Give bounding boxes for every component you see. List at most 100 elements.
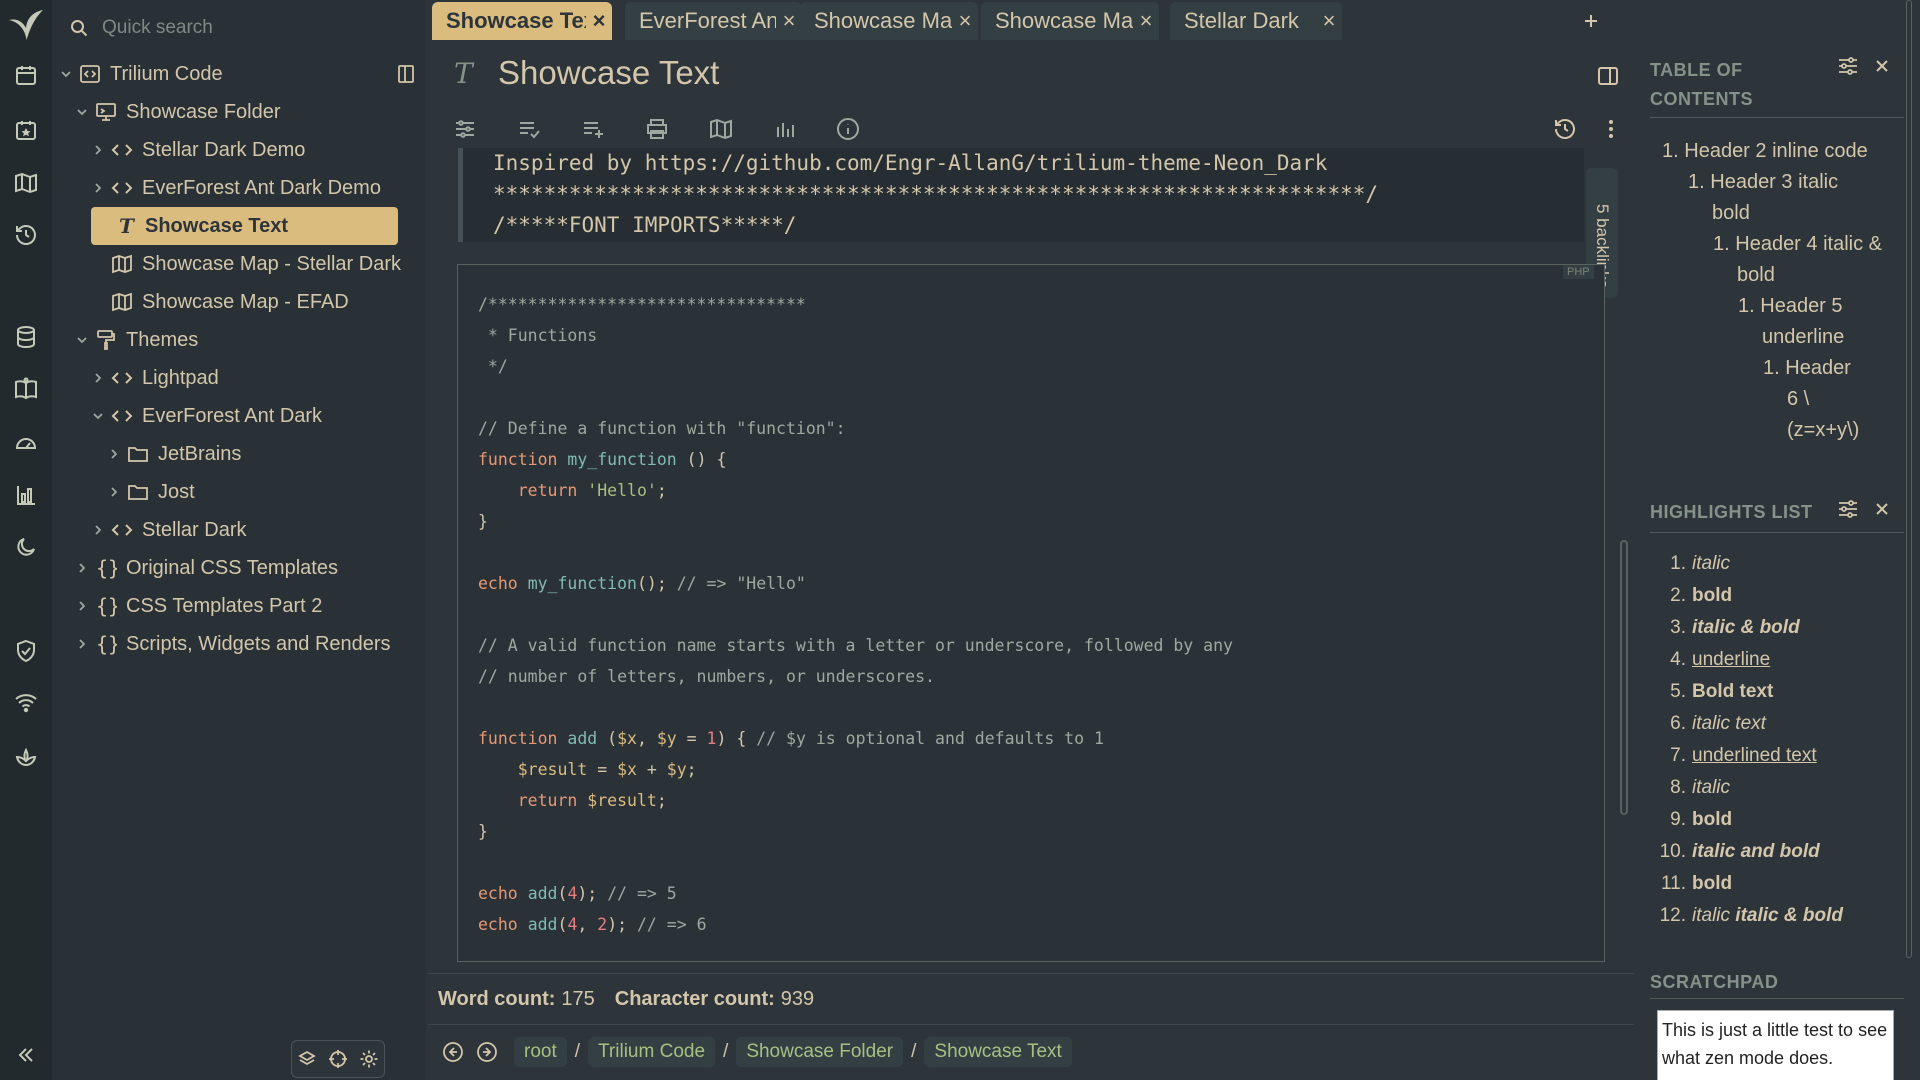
tree-item[interactable]: {} Original CSS Templates	[72, 549, 338, 587]
toc-item[interactable]: 1. Header 5 underline	[1738, 291, 1868, 353]
chevron-down-icon[interactable]	[56, 67, 76, 81]
database-icon[interactable]	[11, 322, 41, 352]
chevron-down-icon[interactable]	[72, 333, 92, 347]
tab[interactable]: Showcase Text×	[432, 2, 612, 40]
printer-icon[interactable]	[642, 114, 672, 144]
tab[interactable]: Showcase Map - EFAD×	[800, 2, 978, 40]
breadcrumb-item[interactable]: Showcase Text	[924, 1037, 1072, 1067]
collapse-sidebar-icon[interactable]	[11, 1040, 41, 1070]
toc-settings-icon[interactable]	[1834, 52, 1862, 80]
layers-icon[interactable]	[297, 1049, 317, 1069]
tree-item[interactable]: Showcase Map - EFAD	[88, 283, 349, 321]
scratchpad-editor[interactable]: This is just a little test to see what z…	[1657, 1010, 1894, 1080]
wifi-icon[interactable]	[11, 688, 41, 718]
calendar-star-icon[interactable]	[11, 115, 41, 145]
highlight-item[interactable]: 5. Bold text	[1656, 676, 1773, 708]
highlights-close-icon[interactable]	[1868, 495, 1896, 523]
chevron-right-icon[interactable]	[104, 485, 124, 499]
tab-close-icon[interactable]: ×	[952, 8, 978, 34]
highlight-item[interactable]: 3. italic & bold	[1656, 612, 1800, 644]
tab-close-icon[interactable]: ×	[776, 8, 802, 34]
breadcrumb-item[interactable]: Trilium Code	[588, 1037, 716, 1067]
tab-close-icon[interactable]: ×	[586, 8, 612, 34]
back-arrow-icon[interactable]	[440, 1039, 466, 1065]
note-title[interactable]: Showcase Text	[498, 54, 719, 92]
search-input[interactable]	[102, 17, 402, 39]
tree-item[interactable]: Showcase Map - Stellar Dark	[88, 245, 401, 283]
tab-close-icon[interactable]: ×	[1133, 8, 1159, 34]
highlight-item[interactable]: 10. italic and bold	[1656, 836, 1820, 868]
chevron-right-icon[interactable]	[104, 447, 124, 461]
highlight-item[interactable]: 4. underline	[1656, 644, 1770, 676]
tree-item[interactable]: Lightpad	[88, 359, 219, 397]
tab-close-icon[interactable]: ×	[1316, 8, 1342, 34]
tree-item[interactable]: JetBrains	[104, 435, 241, 473]
calendar-icon[interactable]	[11, 60, 41, 90]
highlight-item[interactable]: 8. italic	[1656, 772, 1730, 804]
highlight-item[interactable]: 2. bold	[1656, 580, 1732, 612]
toc-item[interactable]: 1. Header 3 italic bold	[1688, 167, 1858, 229]
tab[interactable]: Stellar Dark ×	[1170, 2, 1342, 40]
breadcrumb-item[interactable]: root	[514, 1037, 567, 1067]
chevron-right-icon[interactable]	[72, 637, 92, 651]
chevron-right-icon[interactable]	[72, 599, 92, 613]
revision-history-icon[interactable]	[1550, 114, 1580, 144]
history-icon[interactable]	[11, 220, 41, 250]
book-icon[interactable]	[11, 374, 41, 404]
toc-item[interactable]: 1. Header 2 inline code	[1662, 136, 1902, 167]
list-plus-icon[interactable]	[578, 114, 608, 144]
info-icon[interactable]	[833, 114, 863, 144]
highlight-item[interactable]: 9. bold	[1656, 804, 1732, 836]
tree-item[interactable]: Jost	[104, 473, 195, 511]
chevron-right-icon[interactable]	[88, 181, 108, 195]
shield-check-icon[interactable]	[11, 636, 41, 666]
php-code-block[interactable]: /******************************** * Func…	[457, 264, 1605, 962]
chevron-right-icon[interactable]	[88, 371, 108, 385]
new-tab-button[interactable]	[1576, 6, 1606, 36]
chevron-right-icon[interactable]	[88, 523, 108, 537]
tree-item[interactable]: Trilium Code	[56, 55, 422, 93]
tree-item[interactable]: EverForest Ant Dark	[88, 397, 322, 435]
highlight-item[interactable]: 12. italic italic & bold	[1656, 900, 1843, 932]
right-pane-scrollbar[interactable]	[1906, 0, 1912, 958]
tree-item[interactable]: {} Scripts, Widgets and Renders	[72, 625, 391, 663]
crosshair-icon[interactable]	[328, 1049, 348, 1069]
dashboard-icon[interactable]	[11, 428, 41, 458]
toc-item[interactable]: 1. Header 4 italic & bold	[1713, 229, 1883, 291]
toc-close-icon[interactable]	[1868, 52, 1896, 80]
forward-arrow-icon[interactable]	[474, 1039, 500, 1065]
content-scrollbar[interactable]	[1620, 540, 1628, 815]
tree-item[interactable]: T Showcase Text	[91, 207, 398, 245]
note-map-icon[interactable]	[706, 114, 736, 144]
more-options-icon[interactable]	[1596, 114, 1626, 144]
tree-item[interactable]: Themes	[72, 321, 198, 359]
chevron-down-icon[interactable]	[88, 409, 108, 423]
chevron-right-icon[interactable]	[88, 143, 108, 157]
toc-item[interactable]: 1. Header 6 \ (z=x+y\)	[1763, 353, 1867, 446]
stats-icon[interactable]	[770, 114, 800, 144]
moon-icon[interactable]	[11, 532, 41, 562]
breadcrumb-item[interactable]: Showcase Folder	[736, 1037, 904, 1067]
tree-item[interactable]: Showcase Folder	[72, 93, 281, 131]
split-view-icon[interactable]	[1596, 64, 1620, 88]
highlight-item[interactable]: 1. italic	[1656, 548, 1730, 580]
sliders-icon[interactable]	[450, 114, 480, 144]
highlight-item[interactable]: 6. italic text	[1656, 708, 1766, 740]
highlight-item[interactable]: 7. underlined text	[1656, 740, 1817, 772]
highlight-item[interactable]: 11. bold	[1656, 868, 1732, 900]
notebook-toggle-icon[interactable]	[397, 64, 415, 84]
bar-chart-icon[interactable]	[11, 480, 41, 510]
chevron-down-icon[interactable]	[72, 105, 92, 119]
quick-search[interactable]	[60, 8, 418, 48]
gear-icon[interactable]	[359, 1049, 379, 1069]
tree-item[interactable]: Stellar Dark Demo	[88, 131, 305, 169]
trilium-logo-icon[interactable]	[6, 6, 46, 46]
lotus-icon[interactable]	[11, 742, 41, 772]
map-icon[interactable]	[11, 168, 41, 198]
tab[interactable]: EverForest Ant Dark Demo×	[625, 2, 802, 40]
chevron-right-icon[interactable]	[72, 561, 92, 575]
tree-item[interactable]: {} CSS Templates Part 2	[72, 587, 322, 625]
tree-item[interactable]: Stellar Dark	[88, 511, 246, 549]
highlights-settings-icon[interactable]	[1834, 495, 1862, 523]
list-check-icon[interactable]	[514, 114, 544, 144]
